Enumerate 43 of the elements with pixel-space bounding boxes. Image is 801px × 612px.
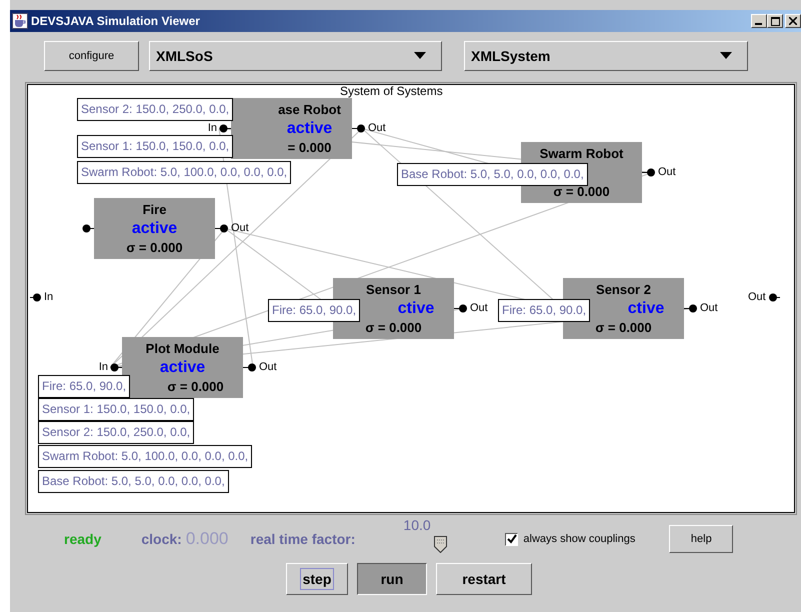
value-tooltip: Swarm Robot: 5.0, 100.0, 0.0, 0.0, 0.0, bbox=[38, 445, 252, 468]
node-status: active bbox=[286, 119, 332, 138]
diagram-title: System of Systems bbox=[340, 85, 443, 98]
node-title: ase Robot bbox=[277, 101, 341, 119]
node-sigma: σ = 0.000 bbox=[166, 378, 224, 396]
value-tooltip: Fire: 65.0, 90.0, bbox=[268, 299, 360, 322]
port-label: In bbox=[208, 122, 217, 134]
port-label: Out bbox=[368, 122, 386, 134]
port-label: Out bbox=[231, 222, 249, 234]
node-status: active bbox=[160, 358, 206, 377]
node-sigma: σ = 0.000 bbox=[126, 239, 183, 257]
value-tooltip: Swarm Robot: 5.0, 100.0, 0.0, 0.0, 0.0, bbox=[77, 161, 292, 184]
node-sigma: = 0.000 bbox=[286, 139, 332, 157]
value-tooltip: Base Robot: 5.0, 5.0, 0.0, 0.0, 0.0, bbox=[397, 163, 588, 186]
node-title: Plot Module bbox=[146, 340, 220, 358]
node-title: Sensor 1 bbox=[366, 281, 421, 299]
node-sigma: σ = 0.000 bbox=[553, 183, 610, 201]
value-tooltip: Sensor 2: 150.0, 250.0, 0.0, bbox=[77, 98, 234, 121]
factor-value: 10.0 bbox=[403, 517, 431, 533]
node-title: Fire bbox=[142, 201, 166, 219]
status-text: ready bbox=[64, 531, 102, 547]
port-label: Out bbox=[259, 361, 277, 373]
clock-label: clock: bbox=[141, 531, 182, 547]
port-label: Out bbox=[748, 291, 766, 303]
value-tooltip: Fire: 65.0, 90.0, bbox=[38, 375, 130, 398]
node-title: Swarm Robot bbox=[540, 145, 624, 163]
node-sigma: σ = 0.000 bbox=[365, 319, 422, 337]
value-tooltip: Base Robot: 5.0, 5.0, 0.0, 0.0, 0.0, bbox=[38, 470, 229, 493]
factor-label: real time factor: bbox=[250, 531, 356, 547]
port-label: Out bbox=[658, 166, 676, 178]
value-tooltip: Fire: 65.0, 90.0, bbox=[498, 299, 590, 322]
node-sigma: σ = 0.000 bbox=[595, 319, 652, 337]
port-label: Out bbox=[470, 302, 488, 314]
value-tooltip: Sensor 2: 150.0, 250.0, 0.0, bbox=[38, 421, 194, 444]
port-label: Out bbox=[700, 302, 718, 314]
checkbox-label: always show couplings bbox=[523, 533, 636, 545]
node-title: Sensor 2 bbox=[596, 281, 651, 299]
window-title: DEVSJAVA Simulation Viewer bbox=[31, 14, 201, 28]
value-tooltip: Sensor 1: 150.0, 150.0, 0.0, bbox=[38, 398, 194, 421]
node-status: active bbox=[132, 219, 178, 238]
value-tooltip: Sensor 1: 150.0, 150.0, 0.0, bbox=[77, 135, 234, 158]
port-label: In bbox=[98, 361, 108, 373]
port-label: In bbox=[44, 291, 54, 303]
